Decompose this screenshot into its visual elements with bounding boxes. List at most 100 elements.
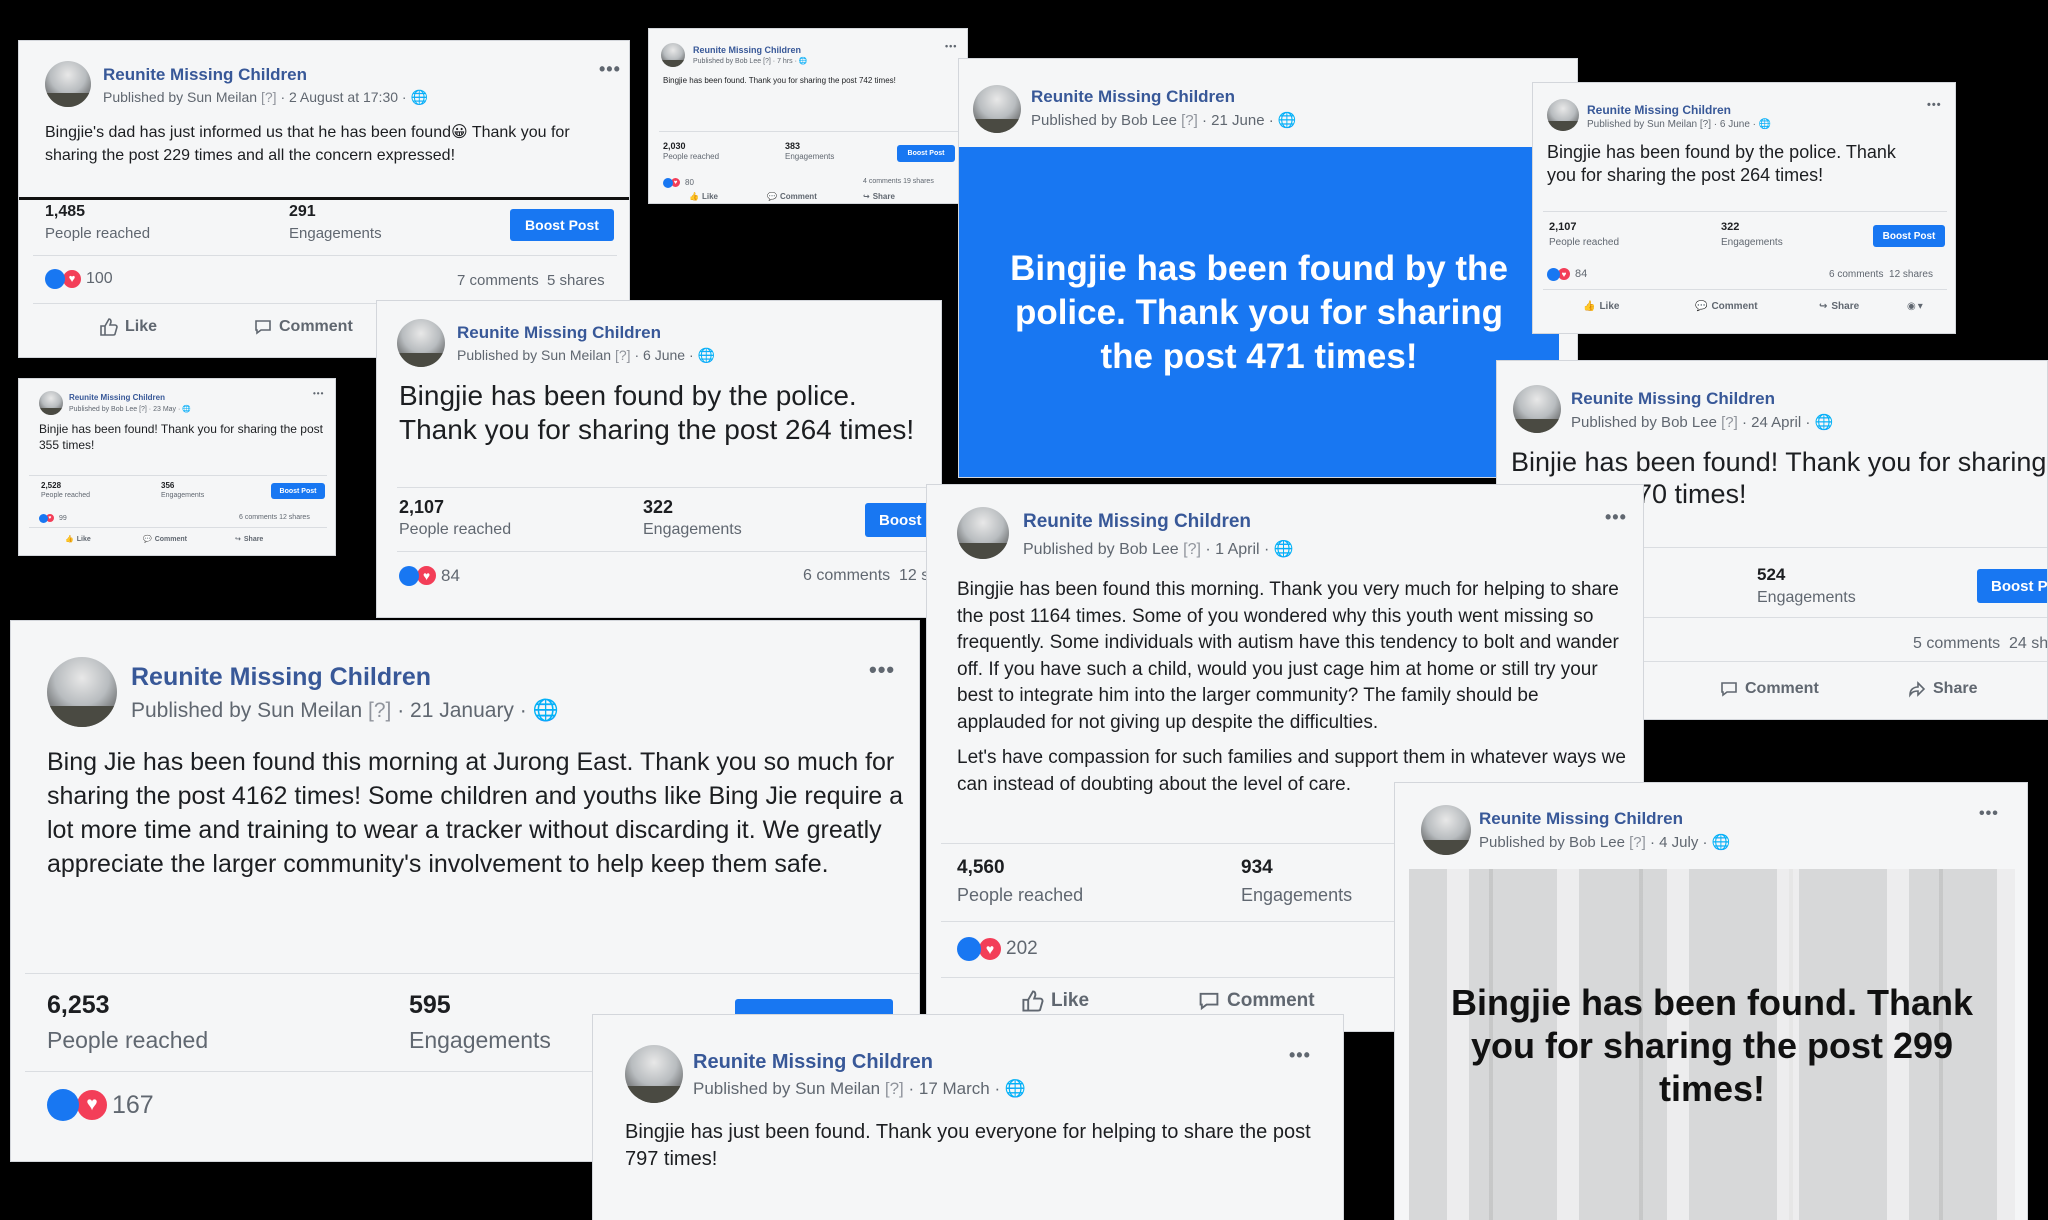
more-options-icon[interactable]: •••	[1927, 99, 1942, 111]
share-button[interactable]: ↪ Share	[863, 192, 895, 201]
page-avatar[interactable]	[1421, 805, 1471, 855]
post-date[interactable]: 2 August at 17:30	[289, 89, 398, 105]
post-date[interactable]: 1 April	[1215, 541, 1259, 558]
reactions-summary[interactable]: ♥ 100	[45, 269, 113, 289]
post-date[interactable]: 6 June	[643, 347, 685, 363]
like-button[interactable]: Like	[99, 317, 157, 337]
shares-count[interactable]: 24 sh	[2009, 635, 2047, 652]
shares-count[interactable]: 5 shares	[547, 272, 605, 289]
post-date[interactable]: 21 January	[410, 699, 514, 722]
help-marker[interactable]: [?]	[763, 58, 771, 65]
publisher-name[interactable]: Published by Sun Meilan	[131, 699, 362, 722]
comment-button[interactable]: Comment	[1197, 989, 1315, 1013]
more-options-icon[interactable]: •••	[1289, 1045, 1311, 1066]
page-avatar[interactable]	[47, 657, 117, 727]
page-name-link[interactable]: Reunite Missing Children	[1023, 511, 1251, 533]
page-avatar[interactable]	[973, 85, 1021, 133]
comments-count[interactable]: 6 comments	[1829, 269, 1883, 280]
comments-shares[interactable]: 6 comments 12 shares	[239, 514, 310, 521]
page-name-link[interactable]: Reunite Missing Children	[103, 65, 307, 85]
help-marker[interactable]: [?]	[1181, 112, 1198, 129]
comment-button[interactable]: 💬 Comment	[767, 192, 817, 201]
shares-count[interactable]: 12 s	[899, 567, 929, 584]
page-name-link[interactable]: Reunite Missing Children	[693, 1051, 933, 1074]
reactions-summary[interactable]: ♥ 202	[957, 937, 1038, 961]
comments-count[interactable]: 7 comments	[457, 272, 539, 289]
like-button[interactable]: 👍 Like	[689, 192, 718, 201]
help-marker[interactable]: [?]	[1721, 414, 1738, 431]
page-avatar[interactable]	[957, 507, 1009, 559]
boost-post-button[interactable]: Boost Post	[1873, 225, 1945, 247]
publisher-name[interactable]: Published by Sun Meilan	[457, 347, 611, 363]
boost-post-button[interactable]: Boost Post	[271, 483, 325, 499]
more-options-icon[interactable]: •••	[599, 59, 621, 80]
reactions-summary[interactable]: ♥ 84	[1547, 267, 1587, 281]
post-date[interactable]: 24 April	[1751, 414, 1801, 431]
help-marker[interactable]: [?]	[1183, 541, 1201, 558]
publisher-name[interactable]: Published by Bob Lee	[1479, 834, 1625, 851]
comments-shares[interactable]: 5 comments 24 sh	[1913, 635, 2047, 653]
like-button[interactable]: Like	[1021, 989, 1089, 1013]
comments-count[interactable]: 6 comments	[239, 514, 277, 521]
page-name-link[interactable]: Reunite Missing Children	[69, 393, 165, 402]
shares-count[interactable]: 12 shares	[279, 514, 310, 521]
comments-shares[interactable]: 6 comments 12 s	[803, 567, 929, 585]
publisher-name[interactable]: Published by Sun Meilan	[103, 89, 257, 105]
page-avatar[interactable]	[625, 1045, 683, 1103]
comments-shares[interactable]: 7 comments 5 shares	[457, 272, 605, 289]
more-options-icon[interactable]: •••	[1979, 805, 1999, 823]
help-marker[interactable]: [?]	[1700, 119, 1711, 130]
more-options-icon[interactable]: •••	[1605, 507, 1627, 528]
comment-button[interactable]: Comment	[253, 317, 353, 337]
page-name-link[interactable]: Reunite Missing Children	[131, 663, 431, 692]
post-date[interactable]: 23 May	[153, 406, 176, 413]
page-avatar[interactable]	[1547, 99, 1579, 131]
share-button[interactable]: ↪ Share	[235, 535, 263, 544]
post-date[interactable]: 4 July	[1659, 834, 1698, 851]
audience-selector[interactable]: ◉ ▾	[1907, 301, 1923, 312]
comments-count[interactable]: 4 comments	[863, 178, 901, 185]
page-avatar[interactable]	[661, 43, 685, 67]
share-button[interactable]: Share	[1907, 679, 1977, 699]
post-date[interactable]: 17 March	[919, 1079, 990, 1098]
comments-shares[interactable]: 4 comments 19 shares	[863, 178, 934, 185]
publisher-name[interactable]: Published by Bob Lee	[1031, 112, 1177, 129]
publisher-name[interactable]: Published by Bob Lee	[69, 406, 137, 413]
publisher-name[interactable]: Published by Sun Meilan	[1587, 119, 1697, 130]
boost-post-button[interactable]: Boost P	[1977, 569, 2047, 603]
post-date[interactable]: 6 June	[1720, 119, 1750, 130]
page-avatar[interactable]	[39, 391, 63, 415]
page-avatar[interactable]	[397, 319, 445, 367]
publisher-name[interactable]: Published by Bob Lee	[1023, 541, 1179, 558]
page-name-link[interactable]: Reunite Missing Children	[693, 45, 801, 55]
share-button[interactable]: ↪ Share	[1819, 301, 1859, 312]
more-options-icon[interactable]: •••	[945, 41, 957, 51]
page-avatar[interactable]	[1513, 385, 1561, 433]
more-options-icon[interactable]: •••	[869, 657, 895, 683]
page-name-link[interactable]: Reunite Missing Children	[457, 323, 661, 343]
comment-button[interactable]: 💬 Comment	[1695, 301, 1758, 312]
help-marker[interactable]: [?]	[615, 347, 631, 363]
comments-count[interactable]: 5 comments	[1913, 635, 2000, 652]
reactions-summary[interactable]: ♥ 167	[47, 1089, 154, 1121]
reactions-summary[interactable]: ♥ 80	[663, 177, 694, 188]
shares-count[interactable]: 12 shares	[1889, 269, 1933, 280]
page-name-link[interactable]: Reunite Missing Children	[1479, 809, 1683, 829]
publisher-name[interactable]: Published by Sun Meilan	[693, 1079, 880, 1098]
help-marker[interactable]: [?]	[261, 89, 277, 105]
boost-post-button[interactable]: Boost Post	[897, 145, 955, 162]
post-date[interactable]: 21 June	[1211, 112, 1264, 129]
post-date[interactable]: 7 hrs	[777, 58, 793, 65]
reactions-summary[interactable]: ♥ 99	[39, 513, 67, 523]
page-name-link[interactable]: Reunite Missing Children	[1587, 103, 1731, 117]
boost-post-button[interactable]: Boost Post	[510, 209, 614, 241]
help-marker[interactable]: [?]	[139, 406, 147, 413]
publisher-name[interactable]: Published by Bob Lee	[693, 58, 761, 65]
shares-count[interactable]: 19 shares	[903, 178, 934, 185]
reactions-summary[interactable]: ♥ 84	[399, 565, 460, 586]
help-marker[interactable]: [?]	[368, 699, 391, 722]
page-name-link[interactable]: Reunite Missing Children	[1031, 87, 1235, 107]
help-marker[interactable]: [?]	[885, 1079, 904, 1098]
publisher-name[interactable]: Published by Bob Lee	[1571, 414, 1717, 431]
like-button[interactable]: 👍 Like	[1583, 301, 1619, 312]
